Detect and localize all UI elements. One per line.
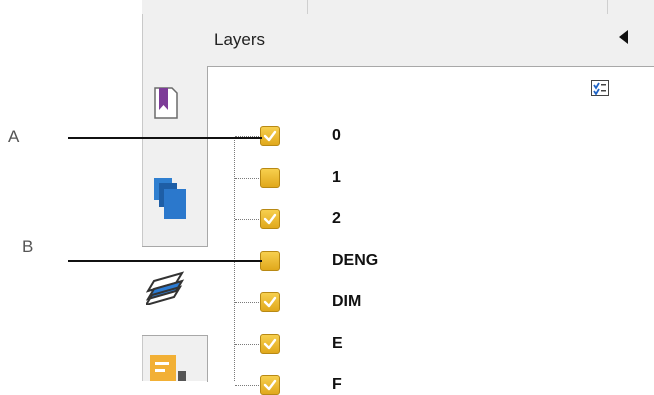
checkmark-icon bbox=[263, 130, 277, 142]
layers-icon bbox=[143, 267, 186, 307]
callout-label-a: A bbox=[8, 127, 20, 146]
pages-icon bbox=[154, 178, 186, 219]
layer-visibility-checkbox[interactable] bbox=[260, 209, 280, 229]
triangle-left-icon[interactable] bbox=[619, 30, 628, 44]
panel-title: Layers bbox=[214, 30, 266, 49]
layer-name: 2 bbox=[332, 210, 341, 227]
tab-comments[interactable] bbox=[150, 352, 190, 381]
layer-visibility-checkbox[interactable] bbox=[260, 375, 280, 395]
layer-name: F bbox=[332, 376, 342, 393]
tree-connector-horizontal bbox=[235, 178, 259, 179]
top-toolbar-strip bbox=[142, 0, 654, 15]
tree-connector-horizontal bbox=[235, 302, 259, 303]
layer-visibility-checkbox[interactable] bbox=[260, 334, 280, 354]
tree-connector-horizontal bbox=[235, 385, 259, 386]
tree-connector-horizontal bbox=[235, 219, 259, 220]
callout-label-b: B bbox=[22, 237, 34, 256]
layer-visibility-checkbox[interactable] bbox=[260, 292, 280, 312]
layer-name: DENG bbox=[332, 252, 379, 269]
layer-options-icon[interactable] bbox=[591, 80, 609, 96]
comment-icon bbox=[150, 355, 186, 381]
layer-name: DIM bbox=[332, 293, 362, 310]
checkmark-icon bbox=[263, 213, 277, 225]
tree-connector-horizontal bbox=[235, 344, 259, 345]
layer-visibility-checkbox[interactable] bbox=[260, 168, 280, 188]
callout-line-a bbox=[68, 137, 262, 139]
checkmark-icon bbox=[263, 338, 277, 350]
layer-name: 1 bbox=[332, 169, 341, 186]
checkmark-icon bbox=[263, 296, 277, 308]
layer-visibility-checkbox[interactable] bbox=[260, 251, 280, 271]
bookmark-icon bbox=[154, 87, 178, 119]
tab-pages[interactable] bbox=[152, 174, 192, 220]
callout-line-b bbox=[68, 260, 262, 262]
tab-bookmarks[interactable] bbox=[152, 86, 180, 120]
layer-visibility-checkbox[interactable] bbox=[260, 126, 280, 146]
toolbar-divider bbox=[607, 0, 608, 14]
layer-name: 0 bbox=[332, 127, 341, 144]
checkmark-icon bbox=[263, 379, 277, 391]
layer-name: E bbox=[332, 335, 343, 352]
toolbar-divider bbox=[307, 0, 308, 14]
